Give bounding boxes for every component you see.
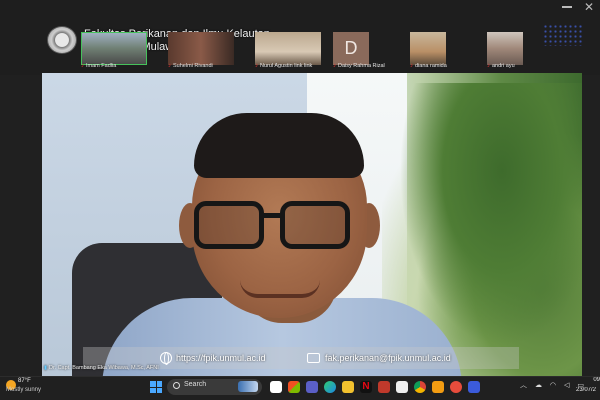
netflix-icon[interactable]: N	[360, 381, 372, 393]
participant-tile[interactable]: ♪ Nurul Agustin link link	[255, 32, 321, 70]
speaker-mouth	[240, 280, 320, 298]
notepad-icon[interactable]	[396, 381, 408, 393]
glasses-bridge	[262, 213, 282, 218]
wifi-icon[interactable]: ◠	[550, 382, 556, 389]
speaker-name-label: ▮ Dr. Capt. Bambang Eka Wibawa, M.Sc, AFN…	[44, 365, 159, 371]
volume-icon[interactable]: ◁	[564, 382, 569, 389]
mic-muted-icon: ♪	[333, 63, 336, 69]
signal-bars-icon: ▮	[44, 365, 48, 371]
weather-description[interactable]: Mostly sunny	[6, 387, 41, 393]
participant-tile[interactable]: ♪ Imam Fadlia	[81, 32, 147, 70]
mic-muted-icon: ♪	[81, 63, 84, 69]
mic-muted-icon: ♪	[168, 63, 171, 69]
minimize-icon[interactable]	[562, 6, 572, 8]
glasses-lens	[194, 201, 264, 249]
onedrive-icon[interactable]: ☁	[535, 382, 542, 389]
vlc-icon[interactable]	[432, 381, 444, 393]
main-speaker-video[interactable]	[42, 73, 582, 376]
zoom-meeting-icon[interactable]	[468, 381, 480, 393]
clock-time[interactable]: 09	[586, 377, 600, 383]
close-icon[interactable]: ✕	[582, 0, 596, 14]
task-view-icon[interactable]	[270, 381, 282, 393]
participant-name: Imam Fadlia	[86, 63, 117, 69]
copilot-icon[interactable]	[288, 381, 300, 393]
speaker-hair	[194, 113, 364, 178]
taskbar	[0, 376, 600, 400]
start-button[interactable]	[150, 381, 162, 393]
mic-muted-icon: ♪	[255, 63, 258, 69]
participant-video	[255, 32, 321, 65]
participant-video	[487, 32, 523, 65]
participant-video	[168, 32, 234, 65]
office-icon[interactable]	[378, 381, 390, 393]
dot-pattern-decoration	[543, 24, 583, 46]
weather-temperature[interactable]: 87°F	[18, 378, 31, 384]
media-icon[interactable]	[450, 381, 462, 393]
mic-muted-icon: ♪	[410, 63, 413, 69]
chrome-icon[interactable]	[414, 381, 426, 393]
search-icon	[173, 382, 180, 389]
globe-icon	[160, 352, 172, 365]
clock-date[interactable]: 23/07/2	[576, 387, 600, 393]
participant-tile[interactable]: D ♪ Daisy Rahma Rizal	[333, 32, 399, 70]
participant-avatar: D	[333, 32, 369, 65]
system-tray[interactable]: ︿ ☁ ◠ ◁ ▭	[520, 380, 584, 390]
participant-name: Daisy Rahma Rizal	[338, 63, 385, 69]
glasses-lens	[280, 201, 350, 249]
participant-name: Nurul Agustin link link	[260, 63, 313, 69]
chevron-up-icon[interactable]: ︿	[520, 382, 527, 389]
participant-video	[410, 32, 446, 65]
teams-icon[interactable]	[306, 381, 318, 393]
participant-tile[interactable]: ♪ diana ramida	[410, 32, 476, 70]
search-highlight-icon	[238, 381, 258, 392]
meeting-window: ✕ Fakultas Perikanan dan Ilmu Kelautan U…	[0, 0, 600, 400]
website-url: https://fpik.unmul.ac.id	[176, 353, 266, 363]
participant-name: diana ramida	[415, 63, 447, 69]
participant-tile[interactable]: ♪ Suhelmi Rivandi	[168, 32, 234, 70]
university-logo	[47, 26, 77, 54]
participant-name: Suhelmi Rivandi	[173, 63, 213, 69]
search-placeholder: Search	[184, 381, 207, 388]
mic-muted-icon: ♪	[487, 63, 490, 69]
mail-icon	[307, 353, 320, 363]
participant-video	[81, 32, 147, 65]
email-address: fak.perikanan@fpik.unmul.ac.id	[325, 353, 451, 363]
speaker-name: Dr. Capt. Bambang Eka Wibawa, M.Sc, AFNI	[49, 365, 159, 371]
edge-icon[interactable]	[324, 381, 336, 393]
participant-name: andri ayu	[492, 63, 515, 69]
file-explorer-icon[interactable]	[342, 381, 354, 393]
